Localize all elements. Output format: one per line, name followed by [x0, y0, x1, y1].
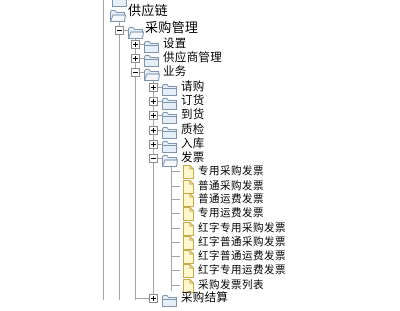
tree-line [171, 242, 180, 243]
procurement-collapse-icon[interactable] [115, 26, 124, 35]
tree-node-business-item[interactable]: 入库 [181, 136, 205, 150]
document-icon [183, 235, 194, 250]
tree-node-invoice-item[interactable]: 红字专用采购发票 [198, 221, 286, 235]
document-icon [183, 179, 194, 194]
tree-node-invoice-item[interactable]: 普通运费发票 [198, 192, 264, 206]
tree-line [135, 298, 150, 299]
tree-line [103, 0, 104, 300]
tree-line [171, 213, 180, 214]
tree-node-business-item[interactable]: 订货 [181, 93, 205, 107]
tree-node-invoice-item[interactable]: 红字普通采购发票 [198, 235, 286, 249]
tree-line [119, 22, 120, 300]
folder-icon [144, 38, 160, 53]
tree-node-invoice-item[interactable]: 红字专用运费发票 [198, 263, 286, 277]
business-item-4-expand-icon[interactable] [149, 140, 158, 149]
tree-line [171, 199, 180, 200]
tree-line [171, 256, 180, 257]
document-icon [183, 164, 194, 179]
tree-node-supplier-management[interactable]: 供应商管理 [163, 50, 222, 64]
tree-line [171, 186, 180, 187]
tree-line [171, 270, 180, 271]
business-item-1-expand-icon[interactable] [149, 97, 158, 106]
document-icon [183, 249, 194, 264]
tree-line [171, 171, 180, 172]
folder-icon [144, 52, 160, 67]
document-icon [183, 192, 194, 207]
tree-node-root[interactable]: 供应链 [128, 5, 168, 19]
tree-node-business-item[interactable]: 到货 [181, 107, 205, 121]
document-icon [183, 221, 194, 236]
settings-expand-icon[interactable] [131, 40, 140, 49]
tree-node-procurement[interactable]: 采购管理 [145, 22, 198, 36]
business-item-0-expand-icon[interactable] [149, 83, 158, 92]
folder-icon [127, 24, 145, 39]
folder-icon [162, 109, 178, 124]
tree-node-business-item[interactable]: 请购 [181, 79, 205, 93]
tree-node-invoice-item[interactable]: 红字普通运费发票 [198, 249, 286, 263]
folder-icon [162, 95, 178, 110]
business-item-2-expand-icon[interactable] [149, 111, 158, 120]
tree-node-settings[interactable]: 设置 [163, 36, 187, 50]
document-icon [183, 263, 194, 278]
tree-node-business[interactable]: 业务 [163, 64, 187, 78]
navigation-tree: 供应链采购管理 设置 供应商管理 业务 请购 订货 到货 质检 入库 发票 专用采购发票 普通采购发票… [0, 0, 400, 307]
folder-icon [162, 81, 178, 96]
tree-line [171, 228, 180, 229]
invoice-collapse-icon[interactable] [149, 154, 158, 163]
folder-icon [162, 292, 178, 307]
folder-icon [161, 152, 179, 167]
tree-node-invoice-item[interactable]: 普通采购发票 [198, 179, 264, 193]
folder-icon [162, 124, 178, 139]
folder-icon [109, 7, 127, 22]
business-collapse-icon[interactable] [131, 68, 140, 77]
folder-icon [143, 66, 161, 81]
settlement-expand-icon[interactable] [149, 294, 158, 303]
folder-icon [162, 138, 178, 153]
tree-node-settlement[interactable]: 采购结算 [181, 290, 228, 304]
tree-node-business-item[interactable]: 质检 [181, 122, 205, 136]
tree-node-invoice-item[interactable]: 专用采购发票 [198, 164, 264, 178]
document-icon [183, 206, 194, 221]
folder-icon [112, 0, 128, 7]
supplier-management-expand-icon[interactable] [131, 54, 140, 63]
business-item-3-expand-icon[interactable] [149, 126, 158, 135]
tree-node-invoice[interactable]: 发票 [181, 150, 205, 164]
tree-line [171, 285, 180, 286]
tree-node-invoice-item[interactable]: 专用运费发票 [198, 206, 264, 220]
